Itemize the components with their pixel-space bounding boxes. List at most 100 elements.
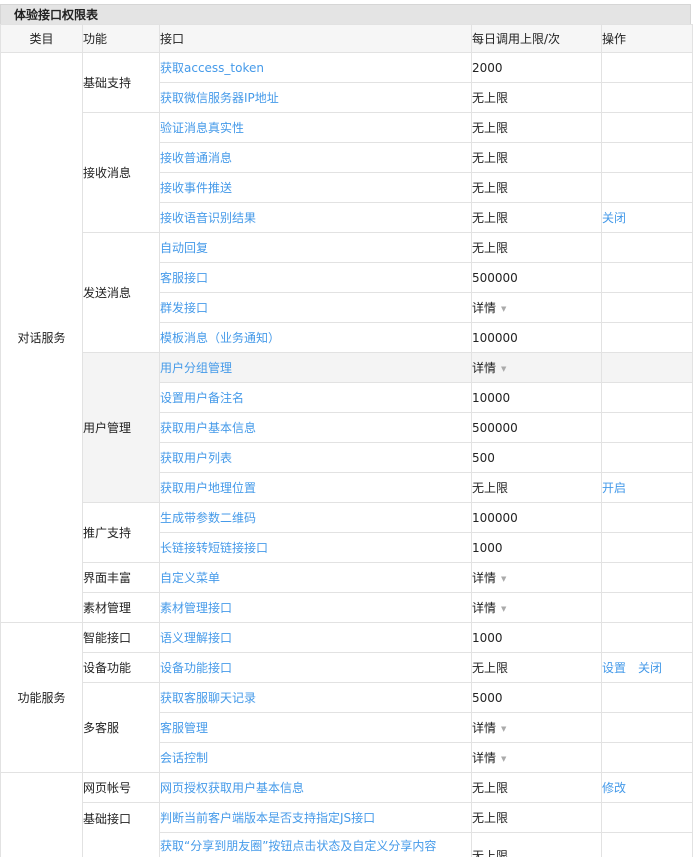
limit-value: 100000 — [472, 510, 518, 525]
settings-link[interactable]: 设置 — [603, 661, 627, 675]
table-row: 功能服务 智能接口 语义理解接口 1000 — [0, 622, 693, 773]
operation-cell — [601, 682, 693, 713]
api-cell: 获取“分享到朋友圈”按钮点击状态及自定义分享内容 — [159, 832, 472, 857]
api-cell: 生成带参数二维码 — [159, 502, 472, 533]
function-label: 界面丰富 — [83, 571, 132, 585]
close-link[interactable]: 关闭 — [603, 211, 627, 225]
table-row: 接收消息 验证消息真实性 无上限 — [1, 112, 693, 233]
limit-cell: 无上限 — [471, 172, 602, 203]
operation-cell — [601, 592, 693, 623]
operation-cell: 修改 — [601, 772, 693, 803]
table-title: 体验接口权限表 — [0, 4, 691, 24]
details-toggle[interactable]: 详情 ▼ — [473, 301, 507, 315]
limit-cell: 2000 — [471, 52, 602, 83]
api-link[interactable]: 设备功能接口 — [161, 661, 233, 675]
modify-link[interactable]: 修改 — [603, 781, 627, 795]
api-cell: 模板消息（业务通知） — [159, 322, 472, 353]
function-cell: 接收消息 — [82, 112, 160, 233]
details-toggle[interactable]: 详情 ▼ — [472, 571, 507, 585]
api-link[interactable]: 获取微信服务器IP地址 — [161, 91, 279, 105]
limit-cell: 500000 — [471, 412, 602, 443]
function-cell: 多客服 — [82, 682, 160, 773]
api-cell: 获取用户地理位置 — [159, 472, 472, 503]
api-link[interactable]: 素材管理接口 — [161, 601, 233, 615]
operation-cell — [601, 442, 693, 473]
api-link[interactable]: 获取用户列表 — [161, 451, 233, 465]
api-link[interactable]: 用户分组管理 — [161, 361, 233, 375]
limit-cell: 500000 — [471, 262, 602, 293]
api-link[interactable]: 设置用户备注名 — [161, 391, 245, 405]
details-toggle[interactable]: 详情 ▼ — [473, 721, 507, 735]
api-link[interactable]: 会话控制 — [161, 751, 209, 765]
header-limit: 每日调用上限/次 — [471, 24, 602, 53]
operation-cell: 设置 关闭 — [601, 652, 693, 683]
operation-cell — [601, 142, 693, 173]
api-cell: 设备功能接口 — [159, 652, 472, 683]
api-link[interactable]: 接收事件推送 — [161, 181, 233, 195]
api-link[interactable]: 群发接口 — [161, 301, 209, 315]
operation-cell — [601, 742, 693, 773]
api-cell: 客服接口 — [159, 262, 472, 293]
limit-value: 详情 — [472, 571, 497, 585]
api-link[interactable]: 客服接口 — [161, 271, 209, 285]
caret-down-icon: ▼ — [501, 604, 507, 613]
limit-value: 无上限 — [472, 241, 509, 255]
api-cell: 获取用户基本信息 — [159, 412, 472, 443]
api-link[interactable]: 模板消息（业务通知） — [161, 331, 281, 345]
api-link[interactable]: 验证消息真实性 — [161, 121, 245, 135]
table-row: 素材管理 素材管理接口 详情 ▼ — [1, 592, 693, 623]
api-link[interactable]: 获取用户地理位置 — [161, 481, 257, 495]
api-link[interactable]: 接收普通消息 — [161, 151, 233, 165]
table-row-hovered: 用户管理 用户分组管理 详情 ▼ — [1, 352, 693, 503]
limit-value: 无上限 — [472, 151, 509, 165]
limit-cell: 详情 ▼ — [471, 292, 602, 323]
operation-cell — [601, 232, 693, 263]
api-cell: 获取access_token — [159, 52, 472, 83]
api-link[interactable]: 接收语音识别结果 — [161, 211, 257, 225]
function-cell: 界面丰富 — [82, 562, 160, 593]
api-cell: 群发接口 — [159, 292, 472, 323]
api-link[interactable]: 客服管理 — [161, 721, 209, 735]
api-link[interactable]: 获取access_token — [161, 61, 265, 75]
api-link[interactable]: 自定义菜单 — [161, 571, 221, 585]
operation-cell — [601, 382, 693, 413]
api-link[interactable]: 自动回复 — [161, 241, 209, 255]
table-row: 界面丰富 自定义菜单 详情 ▼ — [1, 562, 693, 593]
operation-cell — [601, 832, 693, 857]
limit-cell: 无上限 — [471, 832, 602, 857]
api-link[interactable]: 获取客服聊天记录 — [161, 691, 257, 705]
api-link[interactable]: 获取用户基本信息 — [161, 421, 257, 435]
operation-cell — [601, 292, 693, 323]
limit-value: 无上限 — [472, 211, 509, 225]
table-row: 网页帐号 网页授权获取用户基本信息 无上限 修改 — [0, 772, 693, 857]
enable-link[interactable]: 开启 — [603, 481, 627, 495]
function-label: 智能接口 — [83, 631, 132, 645]
api-cell: 长链接转短链接接口 — [159, 532, 472, 563]
api-link[interactable]: 获取“分享到朋友圈”按钮点击状态及自定义分享内容 — [161, 839, 437, 853]
operation-cell — [601, 52, 693, 83]
limit-value: 500000 — [472, 270, 518, 285]
details-toggle[interactable]: 详情 ▼ — [473, 601, 507, 615]
limit-cell: 10000 — [471, 382, 602, 413]
function-label: 基础支持 — [83, 76, 132, 90]
caret-down-icon: ▼ — [501, 754, 507, 763]
api-link[interactable]: 长链接转短链接接口 — [161, 541, 269, 555]
limit-value: 500000 — [472, 420, 518, 435]
header-category: 类目 — [0, 24, 83, 53]
details-toggle[interactable]: 详情 ▼ — [473, 751, 507, 765]
api-link[interactable]: 语义理解接口 — [161, 631, 233, 645]
caret-down-icon: ▼ — [501, 724, 507, 733]
close-link[interactable]: 关闭 — [638, 661, 662, 675]
limit-cell: 详情 ▼ — [471, 562, 602, 593]
function-cell: 推广支持 — [82, 502, 160, 563]
api-link[interactable]: 判断当前客户端版本是否支持指定JS接口 — [161, 811, 376, 825]
api-cell: 客服管理 — [159, 712, 472, 743]
limit-cell: 1000 — [471, 622, 602, 653]
details-toggle[interactable]: 详情 ▼ — [473, 361, 507, 375]
api-cell: 会话控制 — [159, 742, 472, 773]
api-link[interactable]: 生成带参数二维码 — [161, 511, 257, 525]
operation-cell — [601, 172, 693, 203]
limit-value: 100000 — [472, 330, 518, 345]
api-cell: 自定义菜单 — [159, 562, 472, 593]
api-link[interactable]: 网页授权获取用户基本信息 — [161, 781, 305, 795]
